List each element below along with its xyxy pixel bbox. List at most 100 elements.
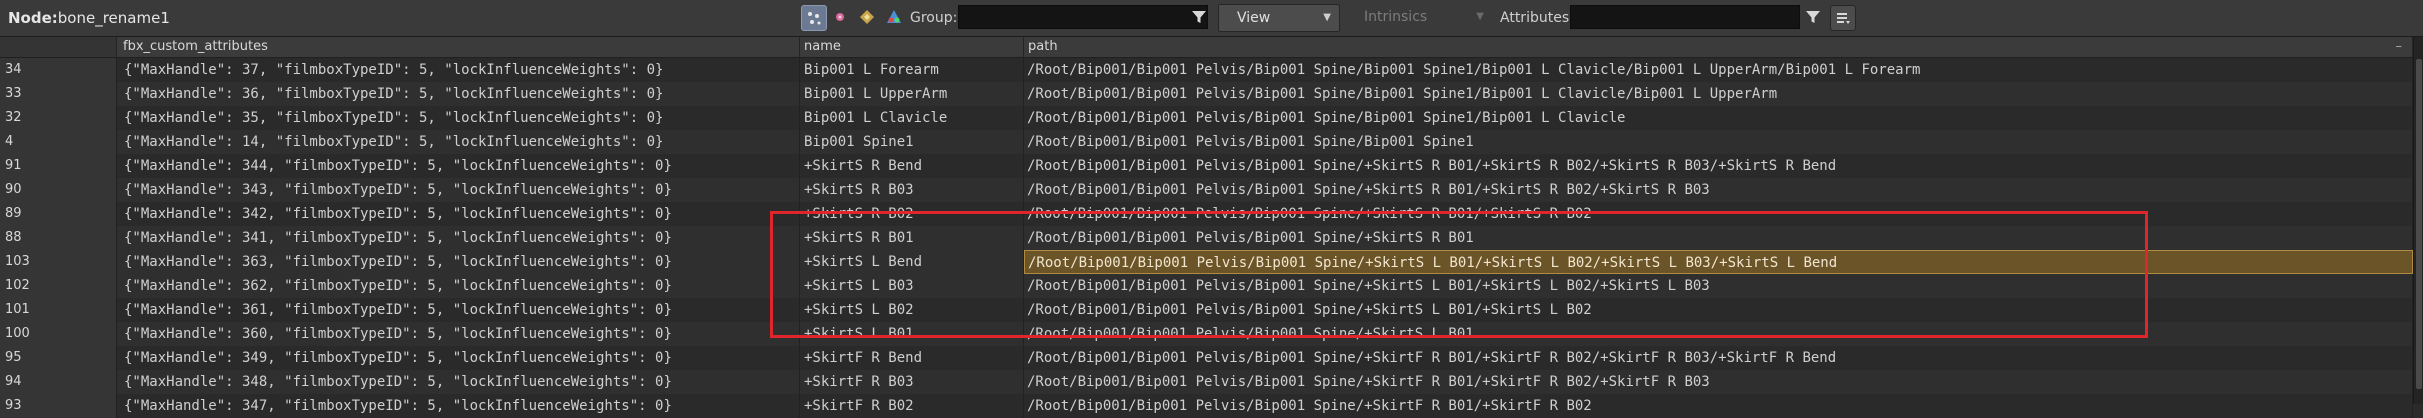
primitives-mode-icon[interactable] <box>855 5 879 29</box>
path-cell[interactable]: /Root/Bip001/Bip001 Pelvis/Bip001 Spine/… <box>1024 226 2413 250</box>
fbx-attributes-cell[interactable]: {"MaxHandle": 348, "filmboxTypeID": 5, "… <box>117 370 800 394</box>
row-index-cell: 100 <box>0 322 117 346</box>
scrollbar-thumb[interactable] <box>2416 59 2422 389</box>
fbx-custom-attributes-column-header[interactable]: fbx_custom_attributes <box>117 37 800 57</box>
fbx-attributes-cell[interactable]: {"MaxHandle": 349, "filmboxTypeID": 5, "… <box>117 346 800 370</box>
name-cell[interactable]: +SkirtS L B03 <box>800 274 1024 298</box>
attributes-label: Attributes: <box>1500 10 1574 26</box>
path-cell[interactable]: /Root/Bip001/Bip001 Pelvis/Bip001 Spine/… <box>1024 274 2413 298</box>
table-row[interactable]: 91 {"MaxHandle": 344, "filmboxTypeID": 5… <box>0 154 2423 178</box>
table-row[interactable]: 90 {"MaxHandle": 343, "filmboxTypeID": 5… <box>0 178 2423 202</box>
name-cell[interactable]: Bip001 L Forearm <box>800 58 1024 82</box>
column-header-row: fbx_custom_attributes name path – t <box>0 37 2423 58</box>
intrinsics-dropdown-label: Intrinsics <box>1364 9 1428 25</box>
table-row[interactable]: 103 {"MaxHandle": 363, "filmboxTypeID": … <box>0 250 2423 274</box>
path-cell[interactable]: /Root/Bip001/Bip001 Pelvis/Bip001 Spine/… <box>1024 322 2413 346</box>
path-column-label: path <box>1028 39 1058 54</box>
row-index-cell: 89 <box>0 202 117 226</box>
node-prefix: Node: <box>8 9 58 27</box>
spreadsheet-toolbar: Node:bone_rename1 Group: View ▼ Intrinsi… <box>0 0 2423 37</box>
table-row[interactable]: 32 {"MaxHandle": 35, "filmboxTypeID": 5,… <box>0 106 2423 130</box>
fbx-attributes-cell[interactable]: {"MaxHandle": 363, "filmboxTypeID": 5, "… <box>117 250 800 274</box>
name-cell[interactable]: Bip001 Spine1 <box>800 130 1024 154</box>
points-mode-icon[interactable] <box>801 5 827 31</box>
name-cell[interactable]: +SkirtF R B03 <box>800 370 1024 394</box>
column-options-icon[interactable] <box>1830 5 1856 31</box>
vertical-scrollbar[interactable] <box>2413 37 2423 404</box>
table-row[interactable]: 89 {"MaxHandle": 342, "filmboxTypeID": 5… <box>0 202 2423 226</box>
view-dropdown[interactable]: View ▼ <box>1218 4 1340 32</box>
path-cell[interactable]: /Root/Bip001/Bip001 Pelvis/Bip001 Spine/… <box>1024 130 2413 154</box>
table-row[interactable]: 102 {"MaxHandle": 362, "filmboxTypeID": … <box>0 274 2423 298</box>
chevron-down-icon: ▼ <box>1323 12 1331 23</box>
table-row[interactable]: 93 {"MaxHandle": 347, "filmboxTypeID": 5… <box>0 394 2423 418</box>
fbx-attributes-cell[interactable]: {"MaxHandle": 360, "filmboxTypeID": 5, "… <box>117 322 800 346</box>
vertices-mode-icon[interactable] <box>828 5 852 29</box>
row-index-cell: 94 <box>0 370 117 394</box>
path-cell[interactable]: /Root/Bip001/Bip001 Pelvis/Bip001 Spine/… <box>1024 394 2413 418</box>
table-row[interactable]: 95 {"MaxHandle": 349, "filmboxTypeID": 5… <box>0 346 2423 370</box>
path-cell[interactable]: /Root/Bip001/Bip001 Pelvis/Bip001 Spine/… <box>1024 154 2413 178</box>
path-column-header[interactable]: path – <box>1024 37 2413 57</box>
row-index-cell: 32 <box>0 106 117 130</box>
attributes-filter-icon[interactable] <box>1801 5 1825 29</box>
node-name: bone_rename1 <box>57 9 170 27</box>
intrinsics-dropdown[interactable]: Intrinsics ▼ <box>1350 4 1492 32</box>
row-index-cell: 103 <box>0 250 117 274</box>
fbx-attributes-cell[interactable]: {"MaxHandle": 37, "filmboxTypeID": 5, "l… <box>117 58 800 82</box>
fbx-attributes-cell[interactable]: {"MaxHandle": 344, "filmboxTypeID": 5, "… <box>117 154 800 178</box>
table-row[interactable]: 100 {"MaxHandle": 360, "filmboxTypeID": … <box>0 322 2423 346</box>
path-cell[interactable]: /Root/Bip001/Bip001 Pelvis/Bip001 Spine/… <box>1024 346 2413 370</box>
name-cell[interactable]: +SkirtF R B02 <box>800 394 1024 418</box>
table-row[interactable]: 34 {"MaxHandle": 37, "filmboxTypeID": 5,… <box>0 58 2423 82</box>
name-cell[interactable]: Bip001 L Clavicle <box>800 106 1024 130</box>
name-cell[interactable]: +SkirtS R Bend <box>800 154 1024 178</box>
name-cell[interactable]: +SkirtS R B03 <box>800 178 1024 202</box>
fbx-attributes-cell[interactable]: {"MaxHandle": 361, "filmboxTypeID": 5, "… <box>117 298 800 322</box>
table-row[interactable]: 33 {"MaxHandle": 36, "filmboxTypeID": 5,… <box>0 82 2423 106</box>
path-cell[interactable]: /Root/Bip001/Bip001 Pelvis/Bip001 Spine/… <box>1024 82 2413 106</box>
name-column-header[interactable]: name <box>800 37 1024 57</box>
table-row[interactable]: 4 {"MaxHandle": 14, "filmboxTypeID": 5, … <box>0 130 2423 154</box>
path-cell[interactable]: /Root/Bip001/Bip001 Pelvis/Bip001 Spine/… <box>1024 106 2413 130</box>
fbx-attributes-cell[interactable]: {"MaxHandle": 347, "filmboxTypeID": 5, "… <box>117 394 800 418</box>
fbx-attributes-cell[interactable]: {"MaxHandle": 343, "filmboxTypeID": 5, "… <box>117 178 800 202</box>
row-index-cell: 102 <box>0 274 117 298</box>
fbx-attributes-cell[interactable]: {"MaxHandle": 362, "filmboxTypeID": 5, "… <box>117 274 800 298</box>
group-input[interactable] <box>958 5 1208 29</box>
path-cell[interactable]: /Root/Bip001/Bip001 Pelvis/Bip001 Spine/… <box>1024 370 2413 394</box>
path-cell[interactable]: /Root/Bip001/Bip001 Pelvis/Bip001 Spine/… <box>1024 58 2413 82</box>
name-cell[interactable]: +SkirtS L B02 <box>800 298 1024 322</box>
row-index-cell: 90 <box>0 178 117 202</box>
chevron-down-icon: ▼ <box>1476 11 1484 22</box>
path-cell[interactable]: /Root/Bip001/Bip001 Pelvis/Bip001 Spine/… <box>1024 178 2413 202</box>
name-cell[interactable]: +SkirtS L Bend <box>800 250 1024 274</box>
name-cell[interactable]: +SkirtS R B02 <box>800 202 1024 226</box>
name-cell[interactable]: +SkirtS R B01 <box>800 226 1024 250</box>
row-index-cell: 91 <box>0 154 117 178</box>
attributes-input[interactable] <box>1570 5 1800 29</box>
view-dropdown-label: View <box>1237 10 1271 26</box>
index-column-header[interactable] <box>0 37 117 57</box>
row-index-cell: 93 <box>0 394 117 418</box>
name-cell[interactable]: +SkirtS L B01 <box>800 322 1024 346</box>
fbx-attributes-cell[interactable]: {"MaxHandle": 342, "filmboxTypeID": 5, "… <box>117 202 800 226</box>
group-filter-icon[interactable] <box>1187 5 1211 29</box>
table-row[interactable]: 94 {"MaxHandle": 348, "filmboxTypeID": 5… <box>0 370 2423 394</box>
path-cell[interactable]: /Root/Bip001/Bip001 Pelvis/Bip001 Spine/… <box>1024 250 2413 274</box>
table-row[interactable]: 88 {"MaxHandle": 341, "filmboxTypeID": 5… <box>0 226 2423 250</box>
path-cell[interactable]: /Root/Bip001/Bip001 Pelvis/Bip001 Spine/… <box>1024 202 2413 226</box>
fbx-attributes-cell[interactable]: {"MaxHandle": 14, "filmboxTypeID": 5, "l… <box>117 130 800 154</box>
table-row[interactable]: 101 {"MaxHandle": 361, "filmboxTypeID": … <box>0 298 2423 322</box>
node-label: Node:bone_rename1 <box>8 0 170 36</box>
name-cell[interactable]: +SkirtF R Bend <box>800 346 1024 370</box>
fbx-attributes-cell[interactable]: {"MaxHandle": 36, "filmboxTypeID": 5, "l… <box>117 82 800 106</box>
fbx-attributes-cell[interactable]: {"MaxHandle": 35, "filmboxTypeID": 5, "l… <box>117 106 800 130</box>
fbx-attributes-cell[interactable]: {"MaxHandle": 341, "filmboxTypeID": 5, "… <box>117 226 800 250</box>
row-index-cell: 95 <box>0 346 117 370</box>
detail-mode-icon[interactable] <box>882 5 906 29</box>
spreadsheet: fbx_custom_attributes name path – t 34 {… <box>0 37 2423 418</box>
path-cell[interactable]: /Root/Bip001/Bip001 Pelvis/Bip001 Spine/… <box>1024 298 2413 322</box>
row-index-cell: 88 <box>0 226 117 250</box>
name-cell[interactable]: Bip001 L UpperArm <box>800 82 1024 106</box>
